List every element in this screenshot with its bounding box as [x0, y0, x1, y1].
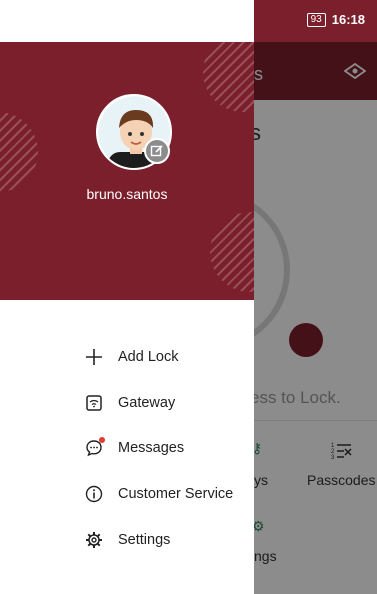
gateway-icon: [84, 393, 104, 413]
decorative-circle: [203, 42, 254, 112]
menu-item-settings[interactable]: Settings: [84, 527, 170, 553]
info-icon: [84, 484, 104, 504]
menu-item-label: Customer Service: [118, 486, 234, 502]
menu-item-label: Add Lock: [118, 349, 179, 365]
clock: 16:18: [331, 12, 365, 27]
message-icon: [84, 437, 105, 458]
menu-item-label: Messages: [118, 440, 185, 456]
menu-item-add-lock[interactable]: Add Lock: [84, 344, 178, 370]
navigation-drawer: bruno.santos Add Lock Gateway Messages C…: [0, 0, 254, 594]
menu-item-customer-service[interactable]: Customer Service: [84, 481, 233, 507]
edit-icon: [150, 145, 163, 157]
menu-item-messages[interactable]: Messages: [84, 435, 184, 461]
edit-avatar-button[interactable]: [144, 138, 170, 164]
gear-icon: [84, 530, 104, 550]
battery-indicator: 93: [306, 12, 326, 27]
drawer-header: bruno.santos: [0, 42, 254, 300]
decorative-circle: [210, 212, 254, 292]
decorative-circle: [0, 112, 38, 192]
menu-item-label: Settings: [118, 532, 171, 548]
unread-badge: [99, 437, 105, 443]
username: bruno.santos: [86, 186, 168, 202]
menu-item-label: Gateway: [118, 395, 176, 411]
plus-icon: [84, 347, 104, 367]
menu-item-gateway[interactable]: Gateway: [84, 390, 175, 416]
